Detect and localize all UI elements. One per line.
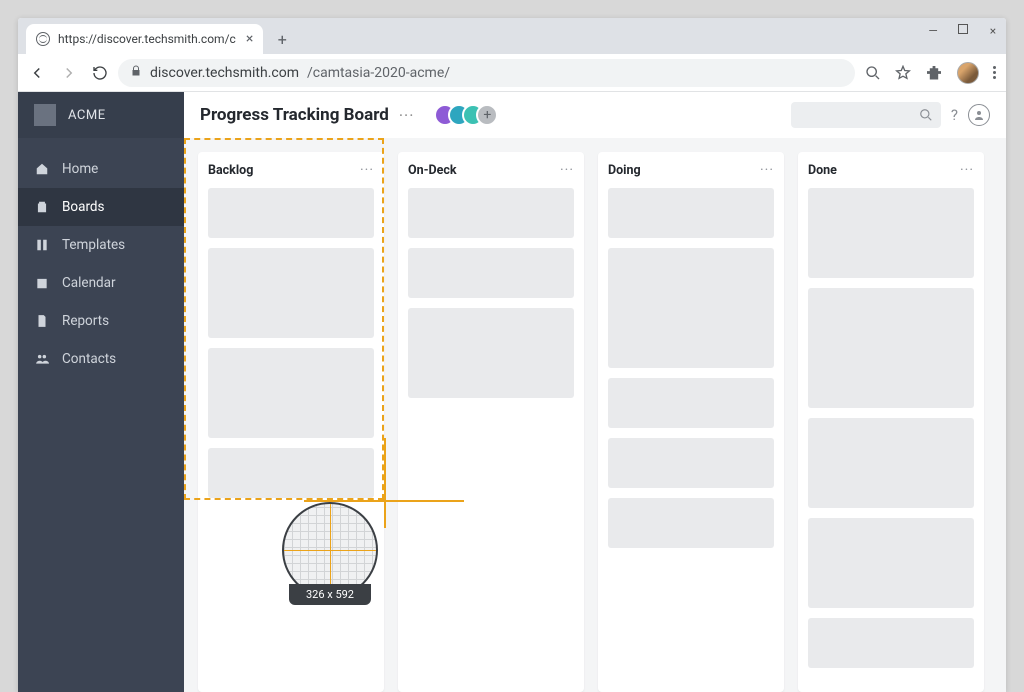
sidebar-item-home[interactable]: Home bbox=[18, 150, 184, 188]
account-button[interactable] bbox=[968, 104, 990, 126]
sidebar-item-calendar[interactable]: Calendar bbox=[18, 264, 184, 302]
zoom-icon[interactable] bbox=[865, 65, 881, 81]
card[interactable] bbox=[808, 518, 974, 608]
column-more-icon[interactable]: ··· bbox=[760, 162, 774, 178]
browser-window: https://discover.techsmith.com/c × + — × bbox=[18, 18, 1006, 692]
help-button[interactable]: ? bbox=[951, 106, 958, 124]
app-frame: ACME Home Boards Templates Calendar bbox=[18, 92, 1006, 692]
board-title-more-icon[interactable]: ··· bbox=[399, 106, 415, 125]
column-title: On-Deck bbox=[408, 163, 457, 178]
browser-menu-icon[interactable] bbox=[993, 66, 996, 79]
main-area: Progress Tracking Board ··· + ? bbox=[184, 92, 1006, 692]
card[interactable] bbox=[408, 248, 574, 298]
url-path: /camtasia-2020-acme/ bbox=[307, 65, 450, 81]
card[interactable] bbox=[208, 248, 374, 338]
card[interactable] bbox=[608, 248, 774, 368]
card[interactable] bbox=[208, 348, 374, 438]
board-column[interactable]: On-Deck ··· bbox=[398, 152, 584, 692]
profile-avatar[interactable] bbox=[957, 62, 979, 84]
sidebar-item-label: Boards bbox=[62, 199, 104, 215]
browser-toolbar: discover.techsmith.com/camtasia-2020-acm… bbox=[18, 54, 1006, 92]
sidebar-item-label: Calendar bbox=[62, 275, 116, 291]
capture-guide-vertical bbox=[384, 438, 386, 528]
close-tab-icon[interactable]: × bbox=[246, 31, 253, 47]
card[interactable] bbox=[608, 498, 774, 548]
sidebar-item-label: Home bbox=[62, 161, 98, 177]
card[interactable] bbox=[808, 418, 974, 508]
card[interactable] bbox=[808, 618, 974, 668]
forward-button[interactable] bbox=[60, 64, 78, 82]
brand-name: ACME bbox=[68, 108, 106, 123]
search-icon bbox=[919, 108, 933, 122]
column-title: Doing bbox=[608, 163, 641, 178]
presence-add-button[interactable]: + bbox=[476, 104, 498, 126]
reports-icon bbox=[34, 314, 50, 328]
card[interactable] bbox=[608, 378, 774, 428]
window-maximize-icon[interactable] bbox=[958, 24, 968, 34]
calendar-icon bbox=[34, 276, 50, 290]
card[interactable] bbox=[808, 288, 974, 408]
browser-tab[interactable]: https://discover.techsmith.com/c × bbox=[26, 24, 263, 54]
new-tab-button[interactable]: + bbox=[269, 26, 295, 52]
sidebar-item-templates[interactable]: Templates bbox=[18, 226, 184, 264]
presence-stack: + bbox=[442, 104, 498, 126]
reload-button[interactable] bbox=[92, 65, 108, 81]
board-canvas[interactable]: Backlog···On-Deck···Doing···Done··· 326 … bbox=[184, 138, 1006, 692]
card[interactable] bbox=[208, 448, 374, 498]
home-icon bbox=[34, 162, 50, 176]
extensions-icon[interactable] bbox=[925, 64, 943, 82]
card[interactable] bbox=[608, 438, 774, 488]
window-close-icon[interactable]: × bbox=[986, 24, 1000, 38]
sidebar-item-boards[interactable]: Boards bbox=[18, 188, 184, 226]
sidebar-item-label: Templates bbox=[62, 237, 125, 253]
tab-title: https://discover.techsmith.com/c bbox=[58, 32, 236, 46]
board-topbar: Progress Tracking Board ··· + ? bbox=[184, 92, 1006, 138]
sidebar-item-label: Contacts bbox=[62, 351, 116, 367]
brand-logo bbox=[34, 104, 56, 126]
bookmark-star-icon[interactable] bbox=[895, 65, 911, 81]
sidebar-item-reports[interactable]: Reports bbox=[18, 302, 184, 340]
card[interactable] bbox=[208, 188, 374, 238]
board-title: Progress Tracking Board bbox=[200, 105, 389, 125]
column-title: Backlog bbox=[208, 163, 253, 178]
url-host: discover.techsmith.com bbox=[150, 65, 299, 81]
sidebar: ACME Home Boards Templates Calendar bbox=[18, 92, 184, 692]
board-column[interactable]: Doing ··· bbox=[598, 152, 784, 692]
column-more-icon[interactable]: ··· bbox=[560, 162, 574, 178]
column-more-icon[interactable]: ··· bbox=[360, 162, 374, 178]
brand-row[interactable]: ACME bbox=[18, 92, 184, 138]
card[interactable] bbox=[408, 308, 574, 398]
sidebar-item-contacts[interactable]: Contacts bbox=[18, 340, 184, 378]
clipboard-icon bbox=[34, 200, 50, 214]
column-title: Done bbox=[808, 163, 837, 178]
globe-icon bbox=[36, 32, 50, 46]
board-column[interactable]: Done ··· bbox=[798, 152, 984, 692]
column-more-icon[interactable]: ··· bbox=[960, 162, 974, 178]
user-icon bbox=[973, 109, 985, 121]
card[interactable] bbox=[608, 188, 774, 238]
address-bar[interactable]: discover.techsmith.com/camtasia-2020-acm… bbox=[118, 59, 855, 87]
templates-icon bbox=[34, 238, 50, 252]
contacts-icon bbox=[34, 352, 50, 366]
card[interactable] bbox=[808, 188, 974, 278]
lock-icon bbox=[130, 65, 142, 80]
back-button[interactable] bbox=[28, 64, 46, 82]
window-minimize-icon[interactable]: — bbox=[926, 24, 940, 38]
board-column[interactable]: Backlog ··· bbox=[198, 152, 384, 692]
browser-titlebar: https://discover.techsmith.com/c × + — × bbox=[18, 18, 1006, 54]
sidebar-item-label: Reports bbox=[62, 313, 109, 329]
card[interactable] bbox=[408, 188, 574, 238]
search-input[interactable] bbox=[791, 102, 941, 128]
